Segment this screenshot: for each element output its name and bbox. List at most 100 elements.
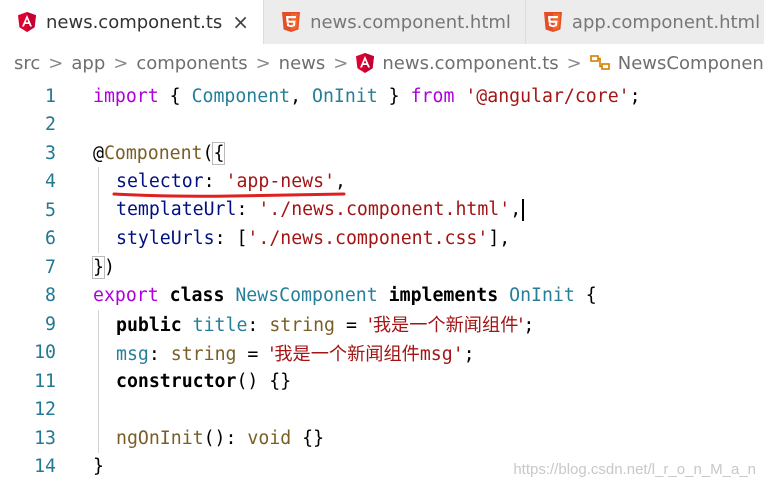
type-keyword: string — [170, 343, 237, 365]
html5-icon — [282, 12, 301, 32]
line-number: 10 — [34, 342, 56, 364]
punctuation: ( — [202, 142, 214, 164]
punctuation: { — [574, 285, 597, 307]
identifier: OnInit — [509, 285, 575, 307]
punctuation: = — [335, 315, 368, 337]
editor-tab-bar: news.component.ts × news.component.html … — [0, 0, 764, 44]
punctuation: = — [236, 343, 270, 365]
line-number: 3 — [45, 142, 56, 164]
tab-app-component-html[interactable]: app.component.html — [525, 0, 764, 44]
punctuation: [ — [236, 228, 248, 250]
code-editor[interactable]: 1 import { Component, OnInit } from '@an… — [0, 82, 764, 486]
code-text: ngOnInit(): void {} — [116, 428, 324, 449]
matched-bracket: } — [92, 255, 105, 279]
punctuation: } — [377, 85, 400, 107]
angular-icon — [356, 53, 375, 73]
keyword: from — [399, 85, 466, 107]
property: title — [192, 315, 248, 337]
punctuation: ; — [629, 85, 641, 107]
punctuation: ) — [103, 256, 115, 278]
punctuation: , — [290, 85, 313, 107]
line-number: 8 — [45, 285, 56, 307]
property: msg — [116, 343, 149, 365]
punctuation: () {} — [236, 370, 292, 392]
code-line: 3 @Component({ — [0, 139, 764, 168]
tab-news-component-html[interactable]: news.component.html — [264, 0, 526, 44]
breadcrumb-separator: > — [333, 52, 349, 74]
string-literal: '@angular/core' — [465, 85, 630, 107]
text-cursor — [522, 199, 525, 222]
type-keyword: string — [269, 315, 336, 337]
breadcrumb-separator: > — [48, 52, 64, 74]
tab-news-component-ts[interactable]: news.component.ts × — [0, 0, 265, 44]
html5-icon — [543, 12, 562, 32]
code-text: styleUrls: ['./news.component.css'], — [116, 228, 510, 249]
punctuation: ; — [523, 315, 535, 337]
code-text: public title: string = '我是一个新闻组件'; — [116, 311, 534, 337]
punctuation: } — [93, 456, 104, 478]
punctuation: ; — [463, 343, 475, 365]
keyword: constructor — [116, 370, 237, 392]
keyword: import — [93, 85, 159, 107]
line-number: 13 — [34, 427, 56, 449]
line-number: 9 — [45, 313, 56, 335]
code-line: 2 — [0, 111, 764, 140]
punctuation: : — [225, 427, 248, 449]
angular-icon — [18, 12, 36, 32]
property: styleUrls — [116, 228, 215, 250]
string-literal: '我是一个新闻组件' — [367, 315, 524, 337]
punctuation: ], — [488, 228, 511, 250]
keyword: export — [93, 285, 159, 307]
code-line: 8 export class NewsComponent implements … — [0, 282, 764, 311]
line-number: 7 — [45, 256, 56, 278]
punctuation: { — [169, 85, 192, 107]
code-text: export class NewsComponent implements On… — [93, 285, 597, 306]
tab-label: news.component.html — [310, 11, 511, 33]
code-text: } — [93, 456, 104, 477]
code-text: msg: string = '我是一个新闻组件msg'; — [116, 340, 475, 366]
code-text: }) — [92, 255, 115, 279]
identifier: OnInit — [312, 85, 378, 107]
method-name: ngOnInit — [116, 427, 204, 449]
class-name: NewsComponent — [235, 285, 378, 307]
line-number: 1 — [45, 85, 56, 107]
line-number: 4 — [45, 171, 56, 193]
breadcrumb-separator: > — [255, 52, 271, 74]
identifier: Component — [191, 85, 291, 107]
punctuation: {} — [291, 427, 325, 449]
tab-label: news.component.ts — [46, 11, 223, 33]
code-line: 4 selector: 'app-news', — [0, 168, 764, 198]
breadcrumb-item-symbol[interactable]: NewsComponent — [618, 53, 764, 74]
close-tab-icon[interactable]: × — [232, 12, 249, 32]
breadcrumb-item-news[interactable]: news — [279, 53, 326, 74]
class-symbol-icon — [589, 54, 610, 72]
code-text: @Component({ — [93, 141, 226, 165]
keyword: class — [169, 285, 225, 307]
code-text: constructor() {} — [116, 371, 291, 392]
breadcrumb-separator: > — [566, 52, 582, 74]
code-line: 10 msg: string = '我是一个新闻组件msg'; — [0, 339, 764, 368]
punctuation: () — [203, 427, 226, 449]
string-literal: './news.component.css' — [247, 228, 489, 250]
code-line: 9 public title: string = '我是一个新闻组件'; — [0, 310, 764, 339]
punctuation: : — [214, 228, 237, 250]
tab-label: app.component.html — [571, 11, 761, 33]
string-literal: './news.component.html' — [258, 199, 511, 221]
punctuation: : — [247, 315, 270, 337]
punctuation: : — [148, 343, 171, 365]
breadcrumb-item-app[interactable]: app — [71, 53, 105, 74]
breadcrumb-item-components[interactable]: components — [136, 53, 247, 74]
line-number: 12 — [34, 399, 56, 421]
breadcrumb-item-src[interactable]: src — [14, 53, 40, 74]
code-line: 1 import { Component, OnInit } from '@an… — [0, 82, 764, 111]
line-number: 14 — [34, 456, 56, 478]
string-literal: msg' — [419, 343, 464, 365]
code-line: 7 }) — [0, 253, 764, 282]
code-line: 12 — [0, 396, 764, 425]
watermark: https://blog.csdn.net/l_r_o_n_M_a_n — [513, 461, 756, 478]
keyword: implements — [388, 285, 499, 307]
decorator-at: @ — [93, 142, 104, 164]
breadcrumb-item-file[interactable]: news.component.ts — [382, 53, 558, 74]
code-line: 13 ngOnInit(): void {} — [0, 424, 764, 453]
line-number: 6 — [45, 228, 56, 250]
